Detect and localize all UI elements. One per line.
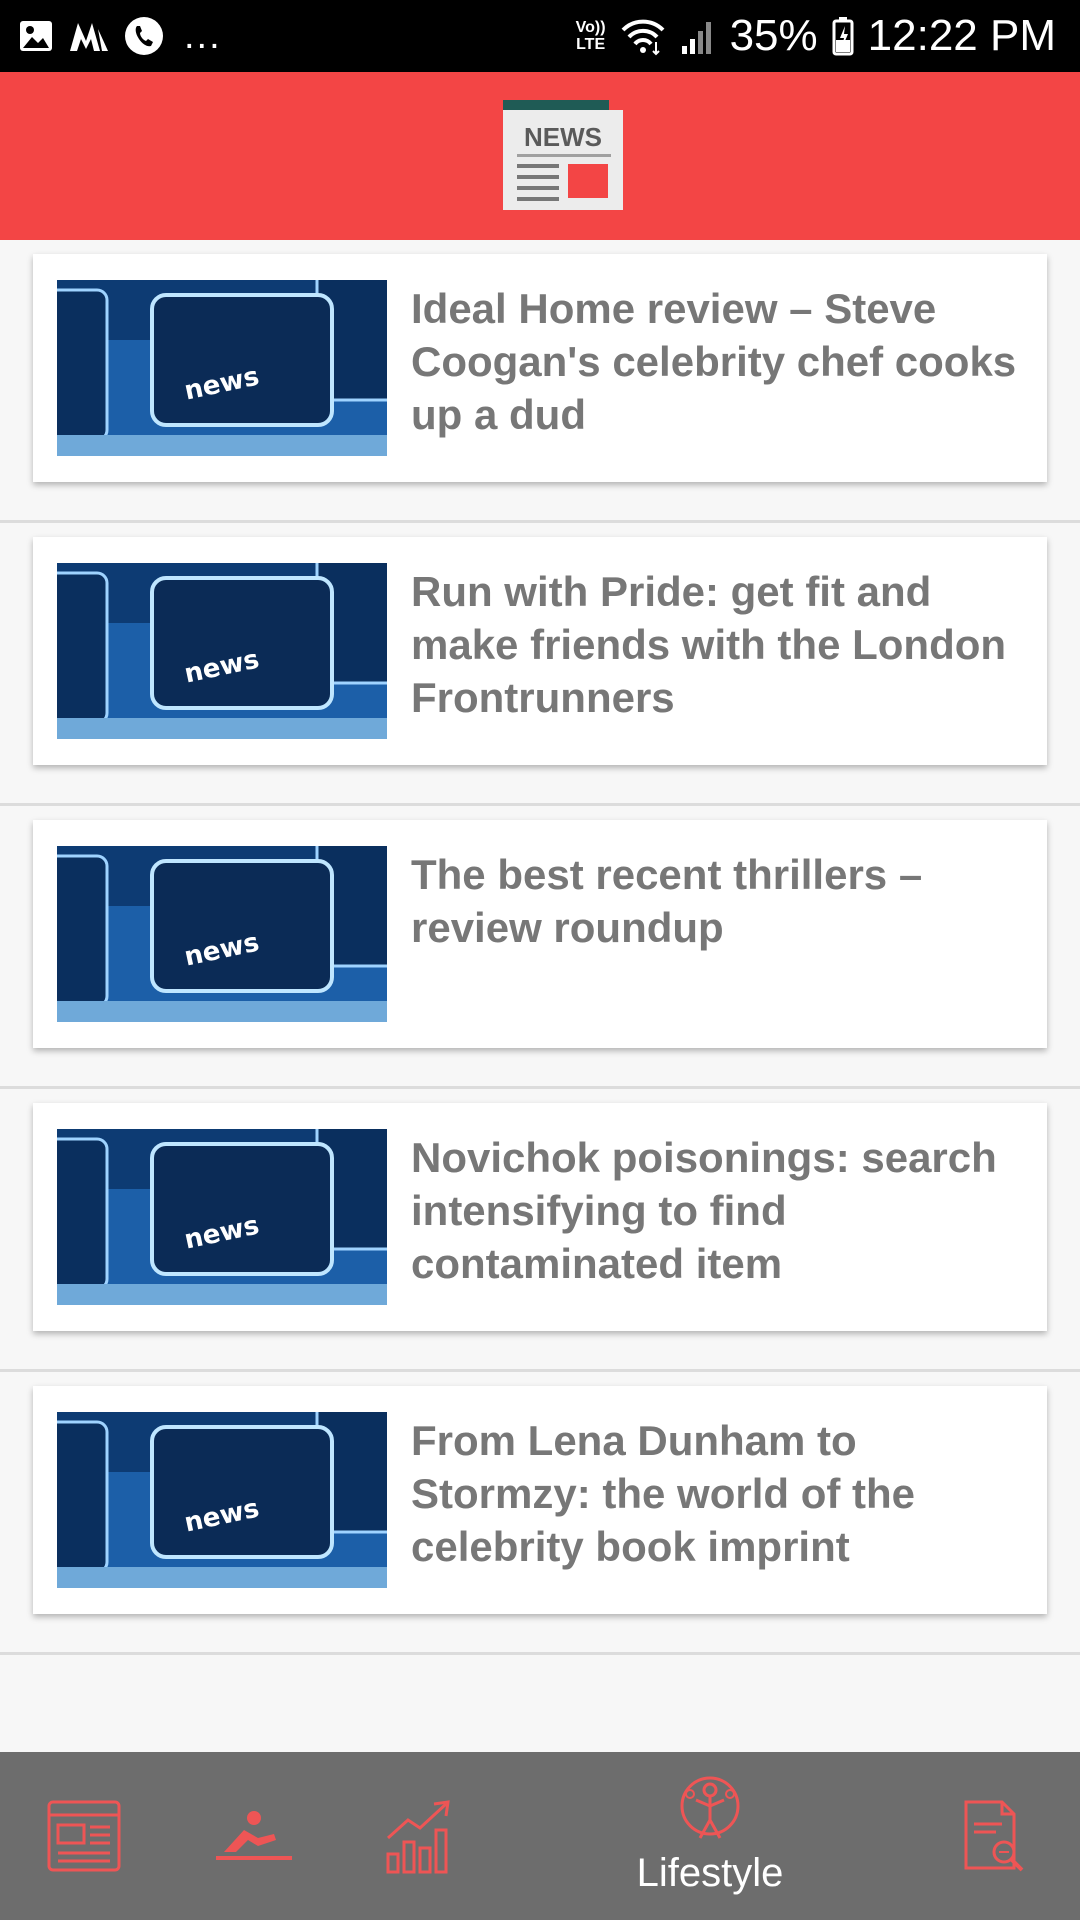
status-right-icons: Vo)) LTE 35% 12:22 PM	[576, 8, 1056, 64]
news-logo-icon: NEWS	[503, 100, 623, 210]
article-card[interactable]: news Run with Pride: get fit and make fr…	[33, 537, 1047, 765]
list-item: news The best recent thrillers – review …	[0, 806, 1080, 1089]
article-title[interactable]: From Lena Dunham to Stormzy: the world o…	[411, 1414, 1041, 1573]
volte-indicator: Vo)) LTE	[575, 19, 606, 53]
battery-icon	[832, 17, 854, 56]
nav-item-news[interactable]	[20, 1752, 148, 1920]
app-m-icon	[70, 23, 108, 51]
wifi-icon	[621, 19, 665, 56]
article-thumbnail: news	[57, 280, 387, 456]
article-thumbnail: news	[57, 1412, 387, 1588]
article-thumbnail: news	[57, 1129, 387, 1305]
status-left-icons: ...	[18, 14, 222, 58]
nav-label-lifestyle[interactable]: Lifestyle	[560, 1851, 860, 1896]
clock: 12:22 PM	[867, 11, 1056, 60]
nav-item-business[interactable]	[355, 1752, 483, 1920]
list-item: news Novichok poisonings: search intensi…	[0, 1089, 1080, 1372]
article-list: news Ideal Home review – Steve Coogan's …	[0, 240, 1080, 1655]
article-card[interactable]: news Ideal Home review – Steve Coogan's …	[33, 254, 1047, 482]
list-item: news Run with Pride: get fit and make fr…	[0, 523, 1080, 806]
article-card[interactable]: news Novichok poisonings: search intensi…	[33, 1103, 1047, 1331]
phone-icon	[125, 17, 163, 55]
logo-text: NEWS	[524, 122, 602, 152]
notification-overflow: ...	[184, 14, 222, 57]
battery-percent: 35%	[729, 11, 818, 60]
nav-item-search[interactable]	[930, 1752, 1058, 1920]
nav-item-fitness[interactable]	[190, 1752, 318, 1920]
article-title[interactable]: Run with Pride: get fit and make friends…	[411, 565, 1041, 724]
article-title[interactable]: Ideal Home review – Steve Coogan's celeb…	[411, 282, 1041, 441]
lifestyle-icon	[680, 1776, 740, 1839]
gallery-icon	[20, 21, 52, 51]
list-item: news From Lena Dunham to Stormzy: the wo…	[0, 1372, 1080, 1655]
status-bar: ... Vo)) LTE 35% 12:22 PM	[0, 0, 1080, 72]
newspaper-icon	[47, 1800, 121, 1872]
list-item: news Ideal Home review – Steve Coogan's …	[0, 240, 1080, 523]
bottom-navigation	[0, 1752, 1080, 1920]
signal-icon	[681, 22, 711, 54]
article-card[interactable]: news The best recent thrillers – review …	[33, 820, 1047, 1048]
article-thumbnail: news	[57, 563, 387, 739]
article-card[interactable]: news From Lena Dunham to Stormzy: the wo…	[33, 1386, 1047, 1614]
article-title[interactable]: Novichok poisonings: search intensifying…	[411, 1131, 1041, 1290]
chart-icon	[386, 1800, 450, 1874]
app-header: NEWS	[0, 72, 1080, 240]
search-document-icon	[964, 1800, 1024, 1872]
article-title[interactable]: The best recent thrillers – review round…	[411, 848, 1041, 954]
article-thumbnail: news	[57, 846, 387, 1022]
fitness-icon	[216, 1811, 292, 1860]
